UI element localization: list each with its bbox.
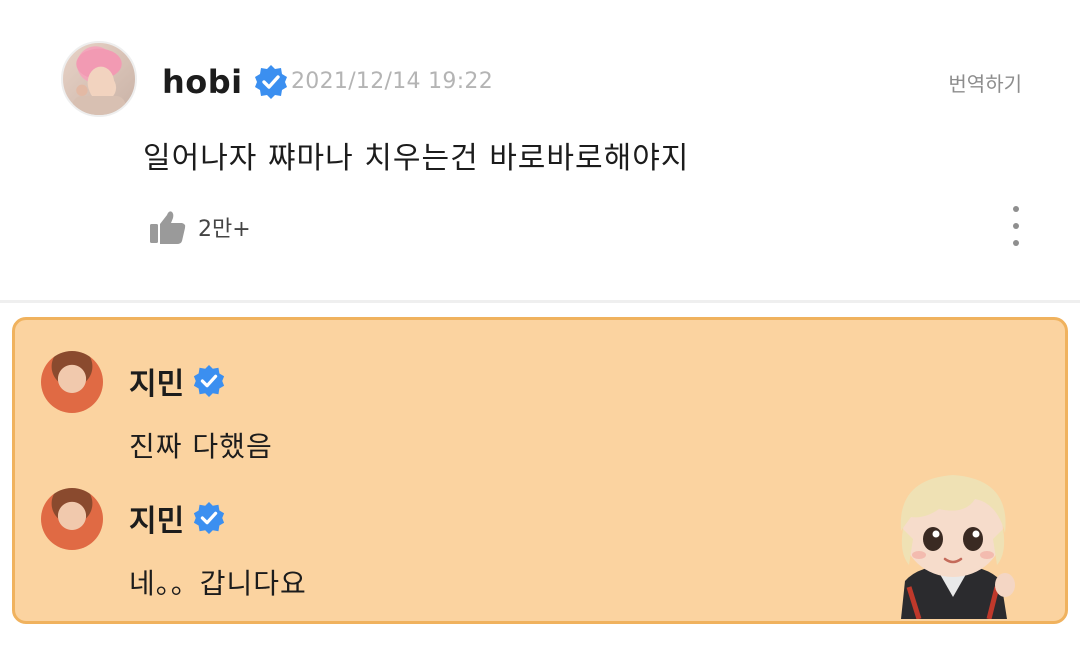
more-options-button[interactable] (1004, 206, 1028, 246)
character-sticker (879, 469, 1027, 620)
reply-author-row: 지민 (129, 496, 226, 540)
reply-box: 지민 진짜 다했음 지민 네。。갑니다요 (12, 317, 1068, 624)
reply-text: 진짜 다했음 (129, 430, 273, 463)
more-vertical-icon-dot (1013, 223, 1019, 229)
reply-author-row: 지민 (129, 359, 226, 403)
reply-avatar[interactable] (41, 488, 103, 550)
verified-check-icon (253, 64, 289, 100)
like-count: 2만+ (198, 217, 251, 242)
reply-author-name[interactable]: 지민 (129, 496, 184, 540)
translate-button[interactable]: 번역하기 (948, 68, 1022, 97)
post-timestamp: 2021/12/14 19:22 (291, 69, 493, 94)
verified-check-icon (192, 501, 226, 535)
divider (0, 300, 1080, 303)
more-vertical-icon-dot (1013, 206, 1019, 212)
reply-avatar[interactable] (41, 351, 103, 413)
verified-check-icon (192, 364, 226, 398)
reply-text: 네。。갑니다요 (129, 567, 307, 600)
post: hobi 2021/12/14 19:22 번역하기 일어나자 쨔마나 치우는건… (0, 0, 1080, 300)
reply-author-name[interactable]: 지민 (129, 359, 184, 403)
thumbs-up-icon (150, 211, 186, 244)
more-vertical-icon-dot (1013, 240, 1019, 246)
author-avatar[interactable] (61, 41, 137, 117)
author-row: hobi (162, 60, 289, 104)
post-text: 일어나자 쨔마나 치우는건 바로바로해야지 (143, 141, 690, 176)
like-button[interactable]: 2만+ (148, 207, 251, 247)
author-name[interactable]: hobi (162, 63, 243, 101)
avatar-image (72, 48, 126, 115)
